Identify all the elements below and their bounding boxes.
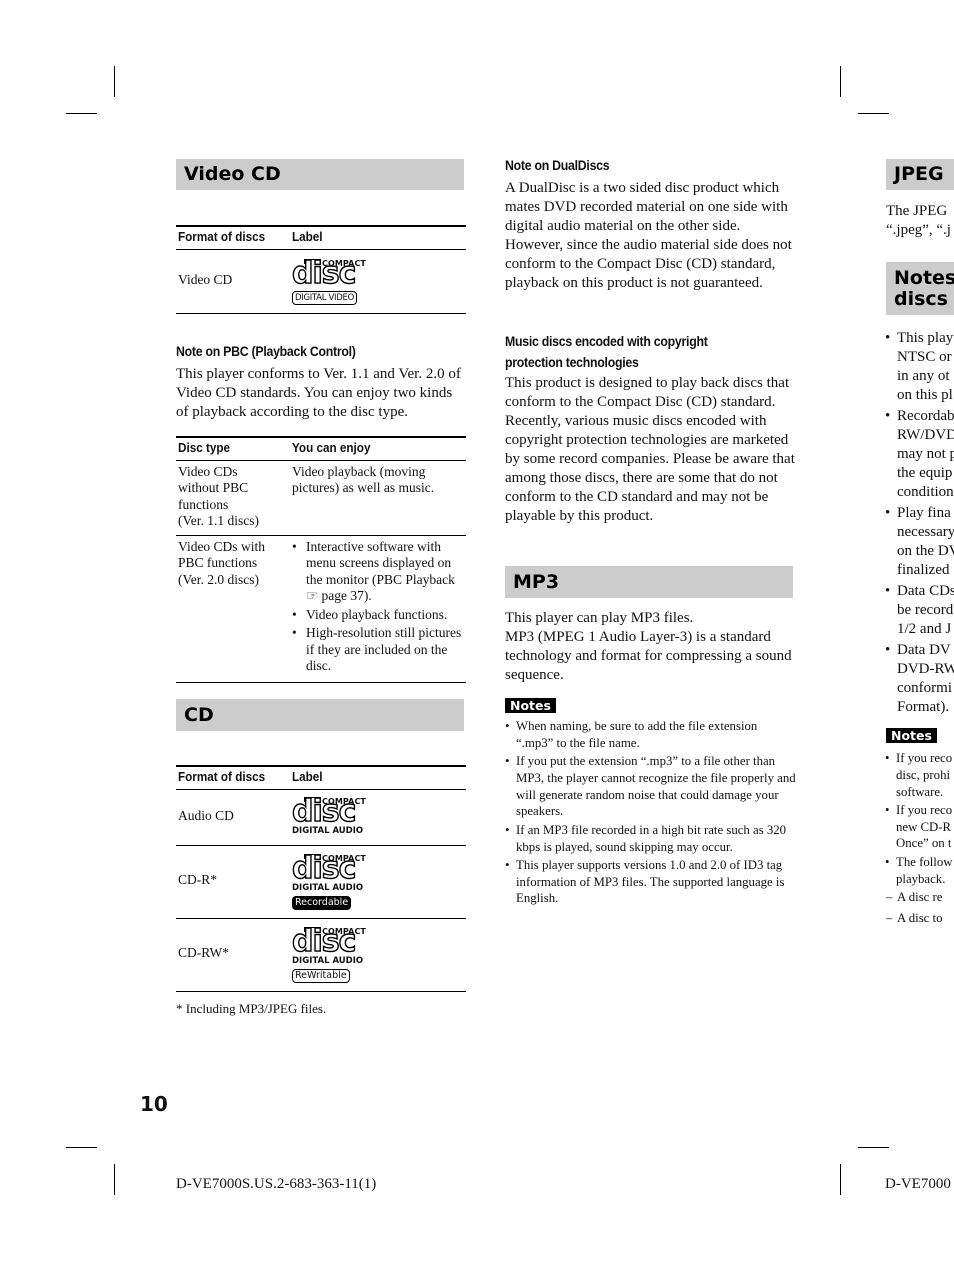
dualdisc-text: A DualDisc is a two sided disc product w… <box>505 180 792 291</box>
column-header-you-can-enjoy: You can enjoy <box>290 436 466 461</box>
section-header-notes-on-discs: Notes discs <box>886 262 954 315</box>
crop-mark <box>66 1147 97 1148</box>
list-item: When naming, be sure to add the file ext… <box>505 718 797 752</box>
column-header-format: Format of discs <box>176 765 290 790</box>
list-item: High-resolution still pictures if they a… <box>292 625 464 675</box>
footnote: * Including MP3/JPEG files. <box>176 1001 327 1016</box>
compact-disc-digital-audio-logo: COMPACT disc DIGITAL AUDIO <box>291 794 366 837</box>
list-item: Data CDsbe record1/2 and J <box>885 582 954 639</box>
section-title: JPEG <box>894 163 944 185</box>
page-number: 10 <box>140 1092 168 1116</box>
table-row: Video CDs with PBC functions (Ver. 2.0 d… <box>176 535 466 683</box>
section-header-video-cd: Video CD <box>176 159 464 190</box>
compact-disc-recordable-logo: COMPACT disc DIGITAL AUDIO Recordable <box>291 851 366 910</box>
enjoy-cell: Interactive software with menu screens d… <box>290 535 466 683</box>
format-cell: CD-R* <box>176 845 290 919</box>
document-code: D-VE7000S.US.2-683-363-11(1) <box>176 1176 377 1192</box>
crop-mark <box>840 66 841 97</box>
list-item: This player supports versions 1.0 and 2.… <box>505 857 797 907</box>
right-notes-list: If you recodisc, prohisoftware. If you r… <box>885 750 953 930</box>
disc-type-cell: Video CDs with PBC functions (Ver. 2.0 d… <box>176 535 290 683</box>
list-item: This playNTSC orin any oton this pl <box>885 329 954 405</box>
list-item: A disc to <box>886 910 953 927</box>
crop-mark <box>840 1164 841 1195</box>
crop-mark <box>114 66 115 97</box>
section-title: Notes discs <box>894 267 954 310</box>
list-item: If you reconew CD-ROnce” on t <box>885 802 953 852</box>
crop-mark <box>858 113 889 114</box>
cd-format-table: Format of discs Label Audio CD COMPACT d… <box>176 765 466 992</box>
section-header-mp3: MP3 <box>505 566 793 598</box>
format-cell: Video CD <box>176 249 290 314</box>
disc-type-cell: Video CDs without PBC functions (Ver. 1.… <box>176 460 290 536</box>
table-row: Video CDs without PBC functions (Ver. 1.… <box>176 460 466 536</box>
dualdisc-heading: Note on DualDiscs <box>505 157 610 173</box>
pbc-note-text: This player conforms to Ver. 1.1 and Ver… <box>176 366 461 420</box>
compact-disc-digital-video-logo: COMPACT disc DIGITAL VIDEO <box>291 255 366 305</box>
pbc-note-heading: Note on PBC (Playback Control) <box>176 343 356 359</box>
format-cell: CD-RW* <box>176 918 290 992</box>
notes-badge: Notes <box>886 728 937 743</box>
crop-mark <box>66 113 97 114</box>
label-cell: COMPACT disc DIGITAL VIDEO <box>290 249 466 314</box>
table-row: Audio CD COMPACT disc DIGITAL AUDIO <box>176 789 466 846</box>
section-title: Video CD <box>184 163 281 185</box>
copyright-text: This product is designed to play back di… <box>505 375 795 524</box>
table-row: CD-R* COMPACT disc DIGITAL AUDIO Recorda… <box>176 845 466 919</box>
document-code: D-VE7000 <box>885 1176 951 1192</box>
enjoy-cell: Video playback (moving pictures) as well… <box>290 460 466 536</box>
jpeg-text: The JPEG “.jpeg”, “.j <box>886 203 951 238</box>
pointing-hand-icon: ☞ <box>306 588 319 603</box>
section-header-cd: CD <box>176 699 464 731</box>
format-cell: Audio CD <box>176 789 290 846</box>
pbc-disc-type-table: Disc type You can enjoy Video CDs withou… <box>176 436 466 683</box>
video-cd-format-table: Format of discs Label Video CD COMPACT d… <box>176 225 466 314</box>
label-cell: COMPACT disc DIGITAL AUDIO <box>290 789 466 846</box>
section-title: CD <box>184 704 214 726</box>
section-title: MP3 <box>513 571 560 593</box>
label-cell: COMPACT disc DIGITAL AUDIO ReWritable <box>290 918 466 992</box>
copyright-heading: Music discs encoded with copyright prote… <box>505 333 708 370</box>
list-item: Data DVDVD-RWconformiFormat). <box>885 641 954 717</box>
list-item: Video playback functions. <box>292 607 464 624</box>
list-item: RecordabRW/DVDmay not pthe equipconditio… <box>885 407 954 502</box>
list-item: Play finanecessaryon the DVfinalized <box>885 504 954 580</box>
crop-mark <box>114 1164 115 1195</box>
column-header-disc-type: Disc type <box>176 436 290 461</box>
column-header-label: Label <box>290 765 466 790</box>
list-item: Interactive software with menu screens d… <box>292 539 464 605</box>
column-header-label: Label <box>290 225 466 250</box>
crop-mark <box>858 1147 889 1148</box>
table-row: CD-RW* COMPACT disc DIGITAL AUDIO ReWrit… <box>176 918 466 992</box>
label-cell: COMPACT disc DIGITAL AUDIO Recordable <box>290 845 466 919</box>
list-item: If you recodisc, prohisoftware. <box>885 750 953 800</box>
notes-badge: Notes <box>505 698 556 713</box>
section-header-jpeg: JPEG <box>886 159 954 190</box>
mp3-intro: This player can play MP3 files. MP3 (MPE… <box>505 610 792 683</box>
list-item: If an MP3 file recorded in a high bit ra… <box>505 822 797 856</box>
page-reference-link[interactable]: page 37). <box>321 588 371 603</box>
table-row: Video CD COMPACT disc DIGITAL VIDEO <box>176 249 466 314</box>
list-item: A disc re <box>886 889 953 906</box>
compact-disc-rewritable-logo: COMPACT disc DIGITAL AUDIO ReWritable <box>291 924 366 983</box>
column-header-format: Format of discs <box>176 225 290 250</box>
list-item: If you put the extension “.mp3” to a fil… <box>505 753 797 820</box>
notes-on-discs-list: This playNTSC orin any oton this pl Reco… <box>885 329 954 719</box>
mp3-notes-list: When naming, be sure to add the file ext… <box>505 718 797 909</box>
list-item: The followplayback. <box>885 854 953 888</box>
